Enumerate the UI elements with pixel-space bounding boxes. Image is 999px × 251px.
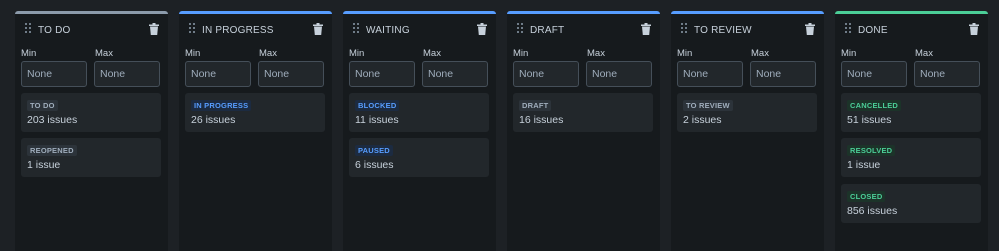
drag-handle-icon[interactable] (353, 23, 361, 33)
drag-handle-icon[interactable] (189, 23, 197, 33)
issue-count: 203 issues (27, 114, 78, 126)
min-input[interactable] (513, 61, 579, 87)
max-input[interactable] (258, 61, 324, 87)
drag-handle-icon[interactable] (517, 23, 525, 33)
status-card[interactable]: PAUSED 6 issues (349, 138, 489, 177)
min-label: Min (841, 48, 857, 59)
min-input[interactable] (349, 61, 415, 87)
column-header: IN PROGRESS (179, 14, 332, 46)
max-label: Max (423, 48, 441, 59)
status-badge: CLOSED (847, 191, 886, 202)
column-done: DONE Min Max CANCELLED 51 issues RESOLVE… (835, 11, 988, 251)
max-input[interactable] (750, 61, 816, 87)
issue-count: 6 issues (355, 159, 394, 171)
status-card[interactable]: RESOLVED 1 issue (841, 138, 981, 177)
status-badge: IN PROGRESS (191, 100, 252, 111)
status-badge: RESOLVED (847, 145, 896, 156)
max-input[interactable] (422, 61, 488, 87)
column-header: DONE (835, 14, 988, 46)
issue-count: 2 issues (683, 114, 722, 126)
trash-icon[interactable] (805, 23, 815, 35)
issue-count: 51 issues (847, 114, 892, 126)
issue-count: 1 issue (847, 159, 881, 171)
drag-handle-icon[interactable] (681, 23, 689, 33)
column-title: DRAFT (530, 25, 565, 36)
status-card[interactable]: BLOCKED 11 issues (349, 93, 489, 132)
trash-icon[interactable] (641, 23, 651, 35)
min-label: Min (513, 48, 529, 59)
status-card[interactable]: REOPENED 1 issue (21, 138, 161, 177)
min-input[interactable] (185, 61, 251, 87)
trash-icon[interactable] (477, 23, 487, 35)
max-input[interactable] (586, 61, 652, 87)
workflow-board: TO DO Min Max TO DO 203 issues REOPENED … (0, 0, 999, 251)
max-input[interactable] (914, 61, 980, 87)
status-badge: BLOCKED (355, 100, 400, 111)
min-label: Min (185, 48, 201, 59)
min-input[interactable] (677, 61, 743, 87)
column-title: TO REVIEW (694, 25, 752, 36)
column-to-review: TO REVIEW Min Max TO REVIEW 2 issues (671, 11, 824, 251)
min-input[interactable] (841, 61, 907, 87)
column-header: TO REVIEW (671, 14, 824, 46)
column-title: WAITING (366, 25, 410, 36)
max-label: Max (95, 48, 113, 59)
issue-count: 856 issues (847, 205, 898, 217)
column-title: IN PROGRESS (202, 25, 274, 36)
status-card[interactable]: CANCELLED 51 issues (841, 93, 981, 132)
max-input[interactable] (94, 61, 160, 87)
column-waiting: WAITING Min Max BLOCKED 11 issues PAUSED… (343, 11, 496, 251)
column-title: TO DO (38, 25, 71, 36)
status-badge: REOPENED (27, 145, 77, 156)
status-card[interactable]: TO DO 203 issues (21, 93, 161, 132)
column-header: TO DO (15, 14, 168, 46)
status-card[interactable]: TO REVIEW 2 issues (677, 93, 817, 132)
column-to-do: TO DO Min Max TO DO 203 issues REOPENED … (15, 11, 168, 251)
trash-icon[interactable] (313, 23, 323, 35)
column-title: DONE (858, 25, 888, 36)
status-card[interactable]: CLOSED 856 issues (841, 184, 981, 223)
status-card[interactable]: DRAFT 16 issues (513, 93, 653, 132)
status-badge: CANCELLED (847, 100, 902, 111)
column-draft: DRAFT Min Max DRAFT 16 issues (507, 11, 660, 251)
status-badge: PAUSED (355, 145, 393, 156)
min-label: Min (21, 48, 37, 59)
status-badge: TO REVIEW (683, 100, 733, 111)
max-label: Max (587, 48, 605, 59)
status-badge: DRAFT (519, 100, 552, 111)
min-label: Min (349, 48, 365, 59)
drag-handle-icon[interactable] (845, 23, 853, 33)
issue-count: 16 issues (519, 114, 564, 126)
max-label: Max (915, 48, 933, 59)
column-header: DRAFT (507, 14, 660, 46)
trash-icon[interactable] (969, 23, 979, 35)
issue-count: 11 issues (355, 114, 399, 126)
column-in-progress: IN PROGRESS Min Max IN PROGRESS 26 issue… (179, 11, 332, 251)
max-label: Max (751, 48, 769, 59)
status-badge: TO DO (27, 100, 58, 111)
min-label: Min (677, 48, 693, 59)
issue-count: 1 issue (27, 159, 61, 171)
drag-handle-icon[interactable] (25, 23, 33, 33)
trash-icon[interactable] (149, 23, 159, 35)
issue-count: 26 issues (191, 114, 236, 126)
column-header: WAITING (343, 14, 496, 46)
status-card[interactable]: IN PROGRESS 26 issues (185, 93, 325, 132)
min-input[interactable] (21, 61, 87, 87)
max-label: Max (259, 48, 277, 59)
